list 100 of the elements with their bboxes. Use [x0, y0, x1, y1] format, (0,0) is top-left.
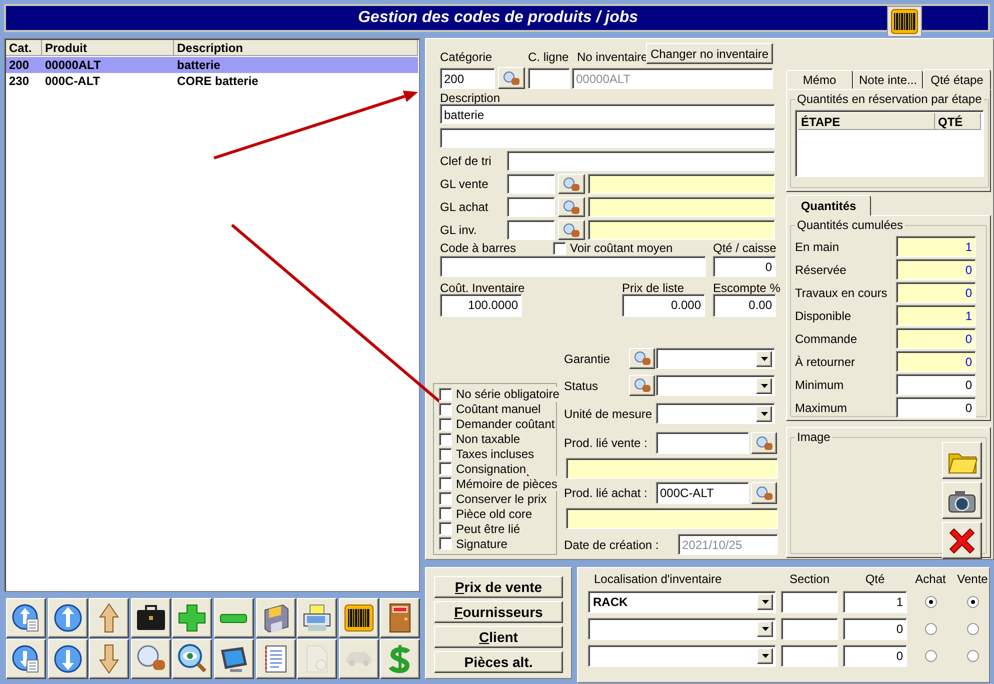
text-field[interactable]	[781, 591, 838, 613]
text-field[interactable]	[440, 128, 775, 148]
toolbar-button[interactable]	[130, 639, 171, 679]
change-number-button[interactable]: Changer no inventaire	[646, 43, 773, 64]
text-field[interactable]: 0	[896, 351, 976, 372]
lookup-button[interactable]	[558, 174, 585, 194]
radio-button[interactable]	[966, 623, 978, 635]
lookup-button[interactable]	[498, 67, 525, 89]
checkbox[interactable]	[439, 492, 452, 506]
text-field[interactable]: 0	[896, 397, 976, 418]
text-field[interactable]: 0	[896, 328, 976, 349]
tab[interactable]: Quantités	[786, 195, 871, 216]
text-field[interactable]	[507, 151, 775, 171]
lookup-button[interactable]	[629, 348, 655, 369]
radio-button[interactable]	[924, 596, 936, 608]
tab[interactable]: Note inte...	[853, 70, 923, 89]
text-field[interactable]: 1	[896, 305, 976, 326]
delete-button[interactable]	[942, 522, 982, 559]
checkbox[interactable]	[439, 388, 452, 401]
list-row[interactable]: 230 000C-ALT CORE batterie	[6, 73, 418, 89]
dropdown-field[interactable]	[656, 403, 775, 424]
toolbar-button[interactable]	[48, 598, 88, 638]
list-row[interactable]: 200 00000ALT batterie	[6, 57, 418, 73]
dropdown-button[interactable]	[757, 621, 773, 637]
toolbar-button[interactable]	[380, 598, 420, 638]
product-name-field[interactable]	[566, 458, 778, 479]
radio-button[interactable]	[924, 650, 936, 662]
action-button[interactable]: Client	[434, 626, 563, 648]
column-header[interactable]: QTÉ	[935, 113, 981, 130]
text-field[interactable]	[507, 220, 555, 240]
dropdown-button[interactable]	[756, 378, 772, 394]
location-dropdown[interactable]	[588, 645, 776, 667]
text-field[interactable]	[781, 618, 838, 640]
text-field[interactable]: batterie	[440, 104, 775, 124]
text-field[interactable]	[656, 432, 749, 454]
lookup-button[interactable]	[751, 432, 777, 454]
text-field[interactable]: 0.00	[713, 294, 776, 317]
checkbox[interactable]	[439, 418, 452, 431]
lookup-button[interactable]	[629, 375, 655, 396]
text-field[interactable]: 0.000	[622, 294, 705, 317]
action-button[interactable]: Pièces alt.	[434, 651, 563, 673]
checkbox[interactable]	[439, 537, 452, 550]
toolbar-button[interactable]	[256, 598, 296, 638]
radio-button[interactable]	[966, 596, 978, 608]
toolbar-button[interactable]	[48, 639, 88, 679]
toolbar-button[interactable]	[214, 639, 254, 679]
action-button[interactable]: Prix de vente	[434, 576, 563, 598]
toolbar-button[interactable]	[6, 598, 46, 638]
column-header[interactable]: Cat.	[6, 40, 42, 56]
text-field[interactable]: 1	[843, 591, 907, 613]
checkbox[interactable]	[439, 507, 452, 520]
checkbox[interactable]	[439, 462, 452, 476]
toolbar-button[interactable]	[172, 639, 212, 679]
location-dropdown[interactable]	[588, 618, 776, 640]
text-field[interactable]: 0	[843, 645, 907, 667]
toolbar-button[interactable]	[6, 639, 46, 679]
column-header[interactable]: ÉTAPE	[798, 113, 935, 130]
checkbox[interactable]	[439, 522, 452, 536]
checkbox[interactable]	[439, 477, 452, 490]
action-button[interactable]: Fournisseurs	[434, 601, 563, 623]
toolbar-button[interactable]	[214, 598, 254, 638]
tab[interactable]: Mémo	[786, 70, 853, 89]
tab[interactable]: Qté étape	[923, 69, 991, 90]
lookup-button[interactable]	[751, 482, 777, 504]
text-field[interactable]: 000C-ALT	[656, 482, 749, 504]
text-field[interactable]	[528, 68, 570, 88]
lookup-button[interactable]	[558, 197, 585, 217]
open-folder-button[interactable]	[942, 442, 982, 479]
dropdown-button[interactable]	[757, 594, 773, 610]
text-field[interactable]: 0	[896, 259, 976, 280]
text-field[interactable]: 0	[896, 282, 976, 303]
toolbar-button[interactable]	[89, 598, 130, 638]
column-header[interactable]: Description	[174, 40, 418, 56]
product-name-field[interactable]	[566, 508, 778, 529]
text-field[interactable]	[440, 256, 706, 277]
dropdown-button[interactable]	[756, 406, 772, 422]
checkbox[interactable]	[439, 402, 452, 416]
toolbar-button[interactable]	[338, 598, 379, 638]
text-field[interactable]	[507, 174, 555, 194]
text-field[interactable]: 200	[440, 68, 495, 88]
toolbar-button[interactable]	[130, 598, 171, 638]
column-header[interactable]: Produit	[42, 40, 174, 56]
text-field[interactable]: 0	[713, 256, 776, 277]
text-field[interactable]: 0	[843, 618, 907, 640]
text-field[interactable]	[507, 197, 555, 217]
checkbox[interactable]	[439, 448, 452, 461]
text-field[interactable]: 0	[896, 374, 976, 395]
radio-button[interactable]	[924, 623, 936, 635]
lookup-button[interactable]	[558, 220, 585, 240]
account-name-field[interactable]	[588, 174, 775, 194]
camera-button[interactable]	[942, 482, 982, 519]
checkbox[interactable]	[439, 432, 452, 446]
toolbar-button[interactable]	[297, 598, 338, 638]
toolbar-button[interactable]	[172, 598, 212, 638]
text-field[interactable]	[781, 645, 838, 667]
toolbar-button[interactable]	[380, 639, 420, 679]
text-field[interactable]: 100.0000	[440, 294, 522, 317]
toolbar-button[interactable]	[256, 639, 296, 679]
dropdown-button[interactable]	[757, 648, 773, 664]
checkbox[interactable]	[553, 242, 566, 254]
